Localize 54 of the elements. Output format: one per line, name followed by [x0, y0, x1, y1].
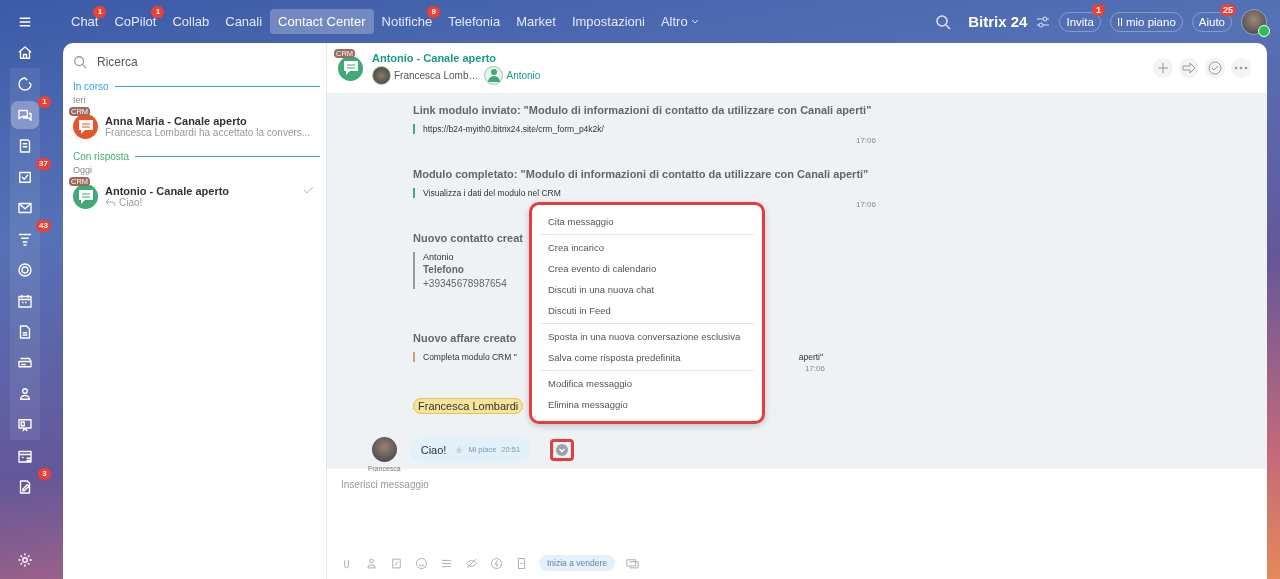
nav-tab[interactable]: Telefonia [440, 9, 509, 34]
chat-title: Antonio - Canale aperto [105, 185, 230, 197]
mention-tag[interactable]: Francesca Lombardi [413, 398, 524, 414]
section-title: In corso [73, 81, 109, 92]
message-title: Nuovo contatto creat [413, 232, 523, 244]
participant-name[interactable]: Antonio [506, 69, 541, 81]
message-title: Link modulo inviato: "Modulo di informazioni di contatto da utilizzare con Canali aperti" [413, 104, 872, 116]
counter-badge: 37 [36, 158, 51, 170]
sell-button[interactable]: Inizia a vendere [539, 555, 615, 571]
message-time: 17:06 [854, 200, 876, 209]
menu-item[interactable]: Sposta in una nuova conversazione esclusiva [540, 326, 754, 347]
menu-item[interactable]: Cita messaggio [540, 211, 754, 232]
counter-badge: 25 [1220, 3, 1236, 16]
message-title: Modulo completato: "Modulo di informazioni di contatto da utilizzare con Canali aperti" [413, 168, 869, 180]
counter-badge: 1 [93, 6, 107, 18]
chat-title: Antonio - Canale aperto [372, 51, 498, 64]
quote-text: Completa modulo CRM " [423, 352, 517, 362]
counter-badge: 1 [1091, 3, 1105, 16]
message-preview: Francesca Lombardi ha accettato la convers... [105, 127, 311, 138]
menu-item[interactable]: Crea evento di calendario [540, 258, 754, 279]
message-text: Ciao! [420, 443, 447, 456]
message-time: 17:06 [803, 364, 825, 373]
menu-item[interactable]: Discuti in una nuova chat [540, 279, 754, 300]
message-time: 17:06 [854, 136, 876, 145]
counter-badge: 1 [151, 6, 165, 18]
participant-name[interactable]: Francesca Lomb… [394, 69, 479, 81]
menu-item[interactable]: Discuti in Feed [540, 300, 754, 321]
menu-item[interactable]: Salva come risposta predefinita [540, 347, 754, 368]
nav-tab[interactable]: Altro [652, 9, 696, 34]
phone-number: +39345678987654 [423, 278, 507, 289]
counter-badge: 9 [427, 6, 441, 18]
quote-text: https://b24-myith0.bitrix24.site/crm_form_p4k2k/ [423, 124, 604, 134]
nav-tab[interactable]: Contact Center [270, 9, 374, 34]
contact-name: Antonio [423, 252, 454, 262]
counter-badge: 43 [36, 220, 51, 232]
chat-title: Anna Maria - Canale aperto [105, 115, 247, 127]
counter-badge: 3 [38, 468, 51, 480]
menu-item[interactable]: Elimina messaggio [540, 394, 754, 415]
quote-text: aperti" [798, 352, 823, 362]
nav-tab[interactable]: Market [508, 9, 564, 34]
day-label: Ieri [73, 95, 87, 105]
message-preview: Ciao! [119, 197, 143, 208]
menu-item[interactable]: Modifica messaggio [540, 373, 754, 394]
message-title: Nuovo affare creato [413, 332, 517, 344]
logo[interactable]: Bitrix 24 [968, 13, 1028, 30]
nav-tab[interactable]: Canali [217, 9, 271, 34]
nav-tab[interactable]: Collab [164, 9, 218, 34]
section-title: Con risposta [73, 151, 130, 162]
counter-badge: 1 [38, 96, 51, 108]
day-label: Oggi [73, 165, 93, 175]
nav-tab[interactable]: Impostazioni [563, 9, 653, 34]
quote-text: Visualizza i dati del modulo nel CRM [423, 188, 561, 198]
field-label: Telefono [423, 264, 464, 275]
menu-item[interactable]: Crea incarico [540, 237, 754, 258]
